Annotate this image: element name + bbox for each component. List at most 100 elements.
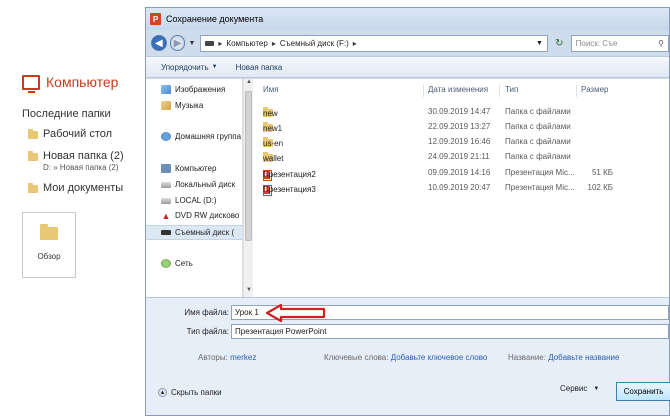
dialog-body: Изображения Музыка Домашняя группа Компь… [146, 79, 669, 297]
hide-folders-button[interactable]: ▲ Скрыть папки [158, 388, 222, 397]
breadcrumb-drive[interactable]: Съемный диск (F:) [280, 39, 349, 48]
new-folder-button[interactable]: Новая папка [236, 63, 283, 72]
dialog-titlebar[interactable]: P Сохранение документа [146, 8, 669, 30]
chevron-down-icon[interactable]: ▼ [536, 40, 543, 47]
recent-folder-documents[interactable]: Мои документы [28, 182, 123, 194]
search-input[interactable]: Поиск: Съе ⚲ [570, 34, 669, 52]
nav-item-label: Музыка [175, 101, 204, 110]
dvd-icon: ▲ [161, 211, 171, 221]
file-date: 24.09.2019 21:11 [428, 152, 490, 161]
nav-item-computer[interactable]: Компьютер [161, 164, 216, 173]
nav-item-dvd[interactable]: ▲ DVD RW дисково [161, 211, 240, 221]
keywords-field: Ключевые слова: Добавьте ключевое слово [324, 353, 487, 362]
nav-item-homegroup[interactable]: Домашняя группа [161, 132, 241, 141]
back-arrow-icon[interactable]: ◀ [151, 35, 167, 51]
recent-folder-label: Рабочий стол [43, 128, 113, 140]
keywords-value[interactable]: Добавьте ключевое слово [391, 353, 488, 362]
browse-button[interactable]: Обзор [22, 212, 76, 278]
chevron-down-icon: ▼ [211, 64, 218, 70]
folder-icon [28, 183, 38, 193]
dialog-toolbar: Упорядочить ▼ Новая папка [146, 56, 669, 78]
file-name: new1 [263, 124, 283, 133]
nav-item-music[interactable]: Музыка [161, 101, 203, 110]
file-type: Папка с файлами [505, 152, 571, 161]
title-field: Название: Добавьте название [508, 353, 619, 362]
column-headers: Имя Дата изменения Тип Размер [253, 85, 669, 99]
nav-item-label: Компьютер [175, 164, 217, 173]
network-icon [161, 259, 171, 268]
organize-button[interactable]: Упорядочить ▼ [161, 63, 218, 72]
forward-arrow-icon[interactable]: ▶ [169, 35, 186, 51]
computer-heading[interactable]: Компьютер [22, 74, 119, 93]
file-row[interactable]: wallet 24.09.2019 21:11 Папка с файлами [253, 149, 669, 164]
powerpoint-icon: P [150, 13, 161, 25]
column-type[interactable]: Тип [505, 85, 518, 94]
file-row[interactable]: us-en 12.09.2019 16:46 Папка с файлами [253, 134, 669, 149]
nav-item-removable[interactable]: Съемный диск ( [146, 225, 242, 240]
nav-item-network[interactable]: Сеть [161, 259, 193, 268]
file-row[interactable]: new 30.09.2019 14:47 Папка с файлами [253, 104, 669, 119]
nav-item-pictures[interactable]: Изображения [161, 85, 225, 94]
scroll-thumb[interactable] [245, 91, 252, 241]
file-date: 10.09.2019 20:47 [428, 183, 491, 192]
service-button[interactable]: Сервис ▼ [560, 384, 599, 393]
authors-field: Авторы: merkez [198, 353, 256, 362]
column-name[interactable]: Имя [263, 85, 279, 94]
breadcrumb-computer[interactable]: Компьютер [226, 39, 267, 48]
computer-heading-label: Компьютер [46, 74, 119, 90]
browse-label: Обзор [37, 252, 61, 261]
file-name: us-en [263, 139, 284, 148]
save-dialog: P Сохранение документа ◀ ▶ ▼ ▸ Компьютер… [145, 7, 670, 416]
file-row[interactable]: new1 22.09.2019 13:27 Папка с файлами [253, 119, 669, 134]
file-row[interactable]: Презентация2 09.09.2019 14:16 Презентаци… [253, 165, 669, 181]
title-value[interactable]: Добавьте название [548, 353, 619, 362]
file-date: 12.09.2019 16:46 [428, 137, 491, 146]
backstage-pane: Компьютер Последние папки Рабочий стол Н… [0, 0, 145, 416]
nav-item-label: Домашняя группа [175, 132, 242, 141]
file-list: Имя Дата изменения Тип Размер new 30.09.… [253, 79, 669, 297]
search-placeholder: Поиск: Съе [575, 38, 618, 48]
recent-folder-new[interactable]: Новая папка (2) D: » Новая папка (2) [28, 150, 124, 172]
file-row[interactable]: Презентация3 10.09.2019 20:47 Презентаци… [253, 180, 669, 196]
pictures-icon [161, 85, 171, 94]
computer-icon [22, 74, 40, 93]
file-name: new [263, 109, 278, 118]
breadcrumb[interactable]: ▸ Компьютер ▸ Съемный диск (F:) ▸ ▼ [200, 34, 548, 52]
address-bar: ◀ ▶ ▼ ▸ Компьютер ▸ Съемный диск (F:) ▸ … [146, 30, 669, 56]
file-type: Презентация Mic... [505, 183, 575, 192]
keywords-label: Ключевые слова: [324, 353, 389, 362]
column-date[interactable]: Дата изменения [428, 85, 488, 94]
chevron-down-icon: ▼ [593, 385, 600, 392]
title-label: Название: [508, 353, 546, 362]
search-icon: ⚲ [658, 38, 664, 48]
filetype-label: Тип файла: [186, 327, 229, 336]
file-name: Презентация2 [263, 170, 316, 179]
folder-icon [28, 129, 38, 139]
nav-scrollbar[interactable]: ▲ ▼ [243, 79, 253, 297]
refresh-icon[interactable]: ↻ [551, 35, 568, 52]
nav-item-local-d[interactable]: LOCAL (D:) [161, 196, 217, 205]
file-name: Презентация3 [263, 185, 316, 194]
homegroup-icon [161, 132, 171, 141]
file-type: Презентация Mic... [505, 168, 575, 177]
drive-icon [205, 40, 215, 46]
computer-icon [161, 164, 171, 173]
folder-icon [40, 224, 58, 240]
recent-folder-desktop[interactable]: Рабочий стол [28, 128, 112, 140]
nav-item-label: Сеть [175, 259, 193, 268]
file-date: 09.09.2019 14:16 [428, 168, 491, 177]
file-type: Папка с файлами [505, 122, 571, 131]
file-size: 51 КБ [591, 168, 613, 177]
dialog-title: Сохранение документа [166, 14, 264, 24]
nav-item-local-disk[interactable]: Локальный диск [161, 180, 235, 189]
history-dropdown-icon[interactable]: ▼ [188, 40, 195, 47]
filetype-select[interactable]: Презентация PowerPoint [231, 324, 669, 339]
filetype-value: Презентация PowerPoint [235, 327, 327, 336]
column-size[interactable]: Размер [581, 85, 609, 94]
organize-label: Упорядочить [161, 62, 209, 72]
save-button[interactable]: Сохранить [616, 382, 670, 401]
recent-folder-label: Новая папка (2) [43, 150, 124, 162]
service-label: Сервис [560, 384, 588, 393]
filename-label: Имя файла: [184, 308, 229, 317]
authors-value[interactable]: merkez [230, 353, 256, 362]
